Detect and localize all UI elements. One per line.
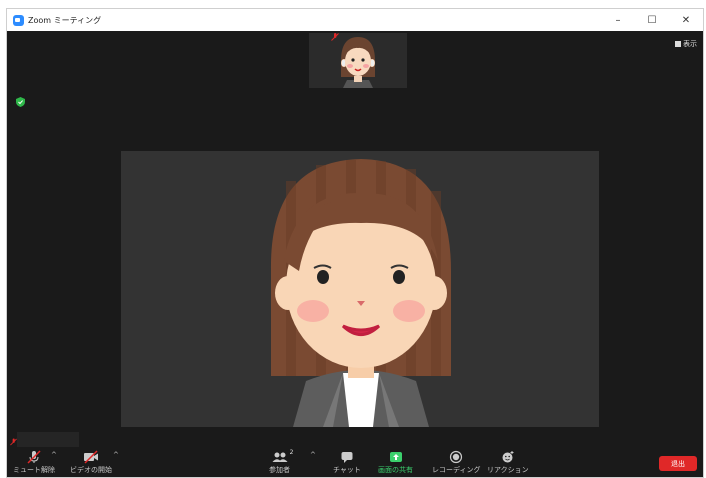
chat-button[interactable]: チャット	[333, 449, 361, 475]
participant-count: 2	[289, 449, 294, 456]
window-controls: – ☐ ✕	[601, 9, 703, 31]
chat-label: チャット	[333, 466, 361, 474]
minimize-button[interactable]: –	[601, 9, 635, 31]
active-speaker-video[interactable]	[121, 151, 599, 427]
participants-options-caret[interactable]: ^	[310, 451, 316, 459]
participants-icon: 2	[272, 449, 294, 465]
zoom-app-icon	[13, 14, 24, 26]
title-bar: Zoom ミーティング – ☐ ✕	[7, 9, 703, 32]
participant-avatar-large	[270, 159, 451, 427]
view-toggle[interactable]: 表示	[675, 39, 697, 49]
reactions-button[interactable]: リアクション	[487, 449, 529, 475]
muted-mic-icon	[331, 33, 339, 41]
window-title: Zoom ミーティング	[28, 15, 102, 25]
chat-bubble-icon	[340, 449, 354, 465]
record-button[interactable]: レコーディング	[432, 449, 481, 475]
record-icon	[449, 449, 463, 465]
share-screen-button[interactable]: 画面の共有	[378, 449, 413, 475]
meeting-area: 表示 ミュート解除 ^ ビデオの開始 ^ 2 参加者 ^ チャット 画面の共有 …	[7, 31, 703, 477]
leave-button[interactable]: 退出	[659, 456, 697, 471]
smiley-plus-icon	[501, 449, 515, 465]
audio-options-caret[interactable]: ^	[51, 451, 57, 459]
participant-thumbnail[interactable]	[309, 33, 407, 88]
maximize-button[interactable]: ☐	[635, 9, 669, 31]
video-off-icon	[83, 449, 99, 465]
share-label: 画面の共有	[378, 466, 413, 474]
unmute-button[interactable]: ミュート解除	[13, 449, 55, 475]
participant-avatar-small	[341, 37, 375, 88]
record-label: レコーディング	[432, 466, 481, 474]
unmute-label: ミュート解除	[13, 466, 55, 474]
start-video-label: ビデオの開始	[70, 466, 112, 474]
video-options-caret[interactable]: ^	[113, 451, 119, 459]
view-label: 表示	[683, 40, 697, 48]
meeting-toolbar: ミュート解除 ^ ビデオの開始 ^ 2 参加者 ^ チャット 画面の共有 レコー…	[7, 447, 703, 477]
participants-label: 参加者	[269, 466, 290, 474]
grid-icon	[675, 41, 681, 47]
self-muted-mic-icon	[10, 438, 17, 446]
muted-microphone-icon	[27, 449, 41, 465]
share-screen-icon	[389, 449, 403, 465]
participants-button[interactable]: 2 参加者	[269, 449, 294, 475]
start-video-button[interactable]: ビデオの開始	[70, 449, 112, 475]
zoom-window: Zoom ミーティング – ☐ ✕ 表示 ミュート解除 ^ ビデオの開始 ^ 2…	[6, 8, 704, 478]
shield-icon[interactable]	[16, 97, 25, 107]
close-button[interactable]: ✕	[669, 9, 703, 31]
reactions-label: リアクション	[487, 466, 529, 474]
